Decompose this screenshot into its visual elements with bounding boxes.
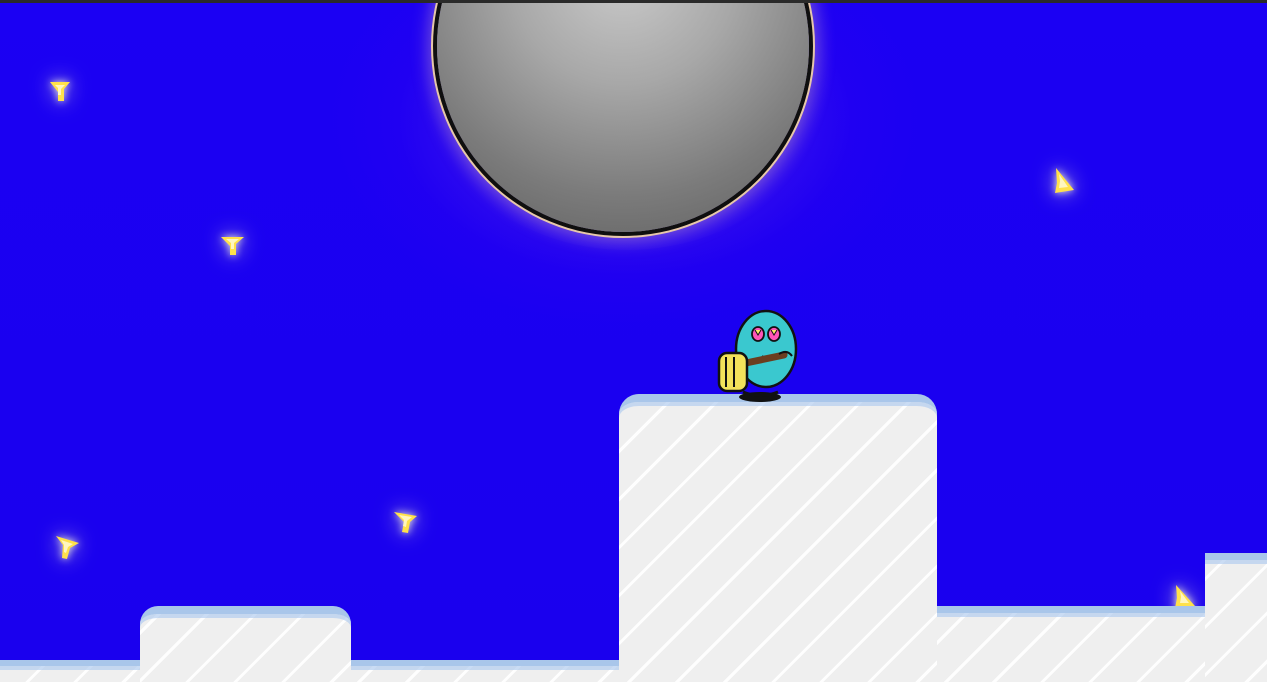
ground-platform-left xyxy=(0,660,145,682)
star-icon xyxy=(213,225,253,265)
star-icon xyxy=(40,71,80,111)
star-icon xyxy=(1043,163,1083,203)
star-icon xyxy=(48,528,88,568)
star-icon xyxy=(386,502,426,542)
snow-block-left xyxy=(140,606,351,682)
ground-platform-right xyxy=(937,606,1207,682)
player-character-icon[interactable] xyxy=(712,304,804,402)
top-border-strip xyxy=(0,0,1267,3)
snow-step-right xyxy=(1205,553,1267,682)
game-viewport[interactable] xyxy=(0,0,1267,682)
snow-pillar-center xyxy=(619,394,937,682)
ground-platform-middle xyxy=(349,660,621,682)
